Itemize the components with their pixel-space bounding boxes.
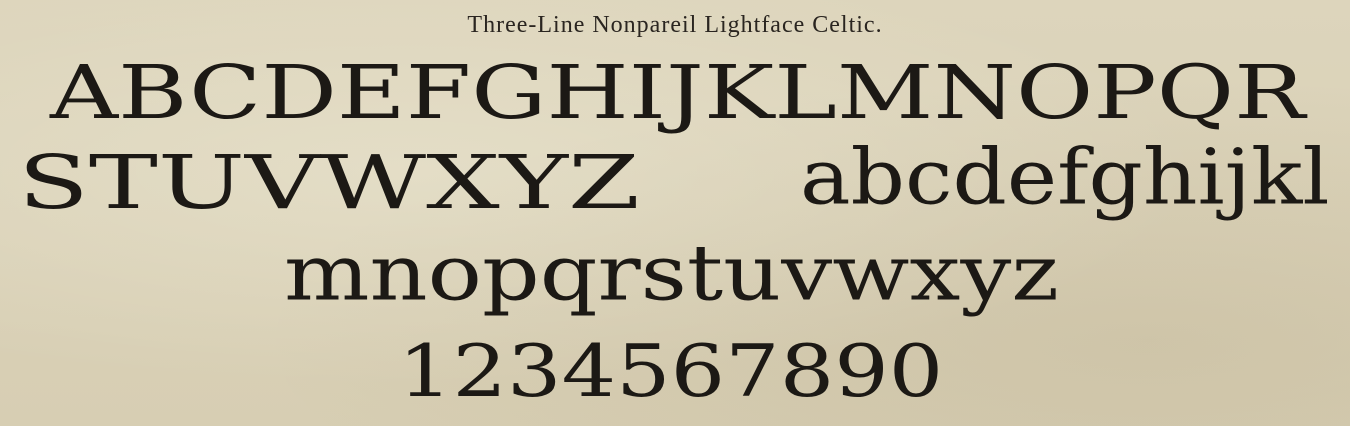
uppercase-line-1: ABCDEFGHIJKLMNOPQR	[50, 50, 1306, 136]
specimen-title: Three-Line Nonpareil Lightface Celtic.	[467, 12, 883, 38]
numerals-line: 1234567890	[398, 330, 944, 414]
lowercase-line-2: mnopqrstuvwxyz	[284, 230, 1059, 319]
lowercase-line-1: abcdefghijkl	[800, 134, 1330, 223]
uppercase-line-2: STUVWXYZ	[18, 140, 640, 226]
